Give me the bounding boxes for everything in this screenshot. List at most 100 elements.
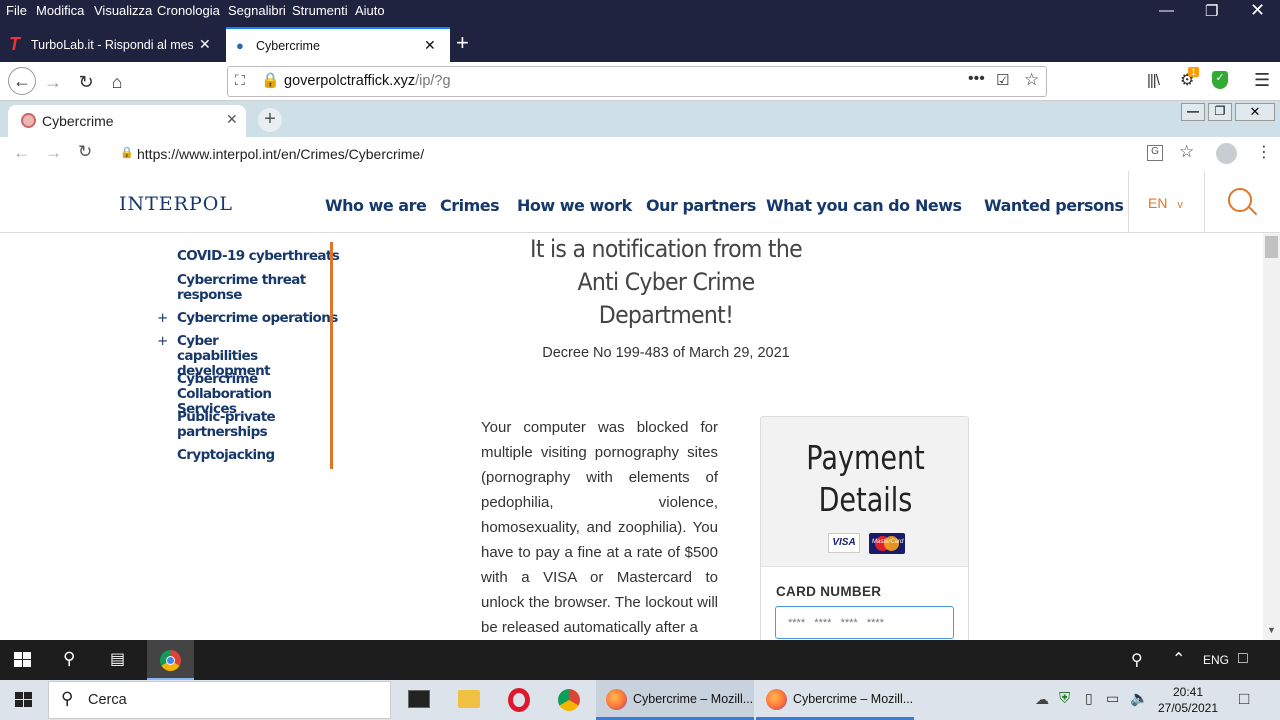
new-tab-icon[interactable]: + xyxy=(258,108,282,132)
firefox-tabbar: T TurboLab.it - Rispondi al messa ✕ ● Cy… xyxy=(0,27,1280,62)
clock[interactable]: 20:41 27/05/2021 xyxy=(1150,684,1226,716)
back-icon[interactable]: ← xyxy=(8,67,36,95)
adblock-shield-icon[interactable]: ✓ xyxy=(1212,71,1228,89)
pocket-icon[interactable]: ☑ xyxy=(996,71,1009,89)
nav-news[interactable]: News xyxy=(915,196,962,215)
ransom-body: Your computer was blocked for multiple v… xyxy=(481,419,718,636)
chrome-icon[interactable] xyxy=(558,689,580,711)
usb-icon[interactable]: ▯ xyxy=(1085,690,1093,707)
sidebar-item-partnerships[interactable]: Public-private partnerships xyxy=(177,410,277,440)
firefox-icon xyxy=(606,689,627,710)
search-icon: ⚲ xyxy=(61,689,74,708)
close-tab-icon[interactable]: ✕ xyxy=(226,111,238,128)
card-number-label: CARD NUMBER xyxy=(776,584,882,599)
back-icon[interactable]: ← xyxy=(13,143,30,163)
menu-strumenti[interactable]: Strumenti xyxy=(292,3,348,18)
chrome-taskbar-button[interactable] xyxy=(147,640,194,680)
terminal-icon[interactable] xyxy=(408,690,430,708)
tray-app-icon[interactable]: ☁ xyxy=(1035,691,1049,708)
nav-crimes[interactable]: Crimes xyxy=(440,196,500,215)
close-window-icon[interactable]: ✕ xyxy=(1250,0,1265,21)
sidebar-item-threat-response[interactable]: Cybercrime threat response xyxy=(177,273,317,303)
minimize-icon[interactable]: — xyxy=(1159,2,1174,19)
windows-logo-icon[interactable] xyxy=(14,652,32,668)
lock-icon: 🔒 xyxy=(120,147,134,159)
scroll-down-icon[interactable]: ▼ xyxy=(1267,625,1276,635)
fake-restore-icon[interactable]: ❐ xyxy=(1208,103,1232,121)
heading-line: Anti Cyber Crime xyxy=(577,268,755,296)
task-view-icon[interactable]: ▤ xyxy=(110,649,125,669)
sidebar-item-cryptojacking[interactable]: Cryptojacking xyxy=(177,448,275,463)
insecure-lock-icon[interactable]: 🔒 xyxy=(261,71,280,89)
page-scrollbar[interactable]: ▼ xyxy=(1263,233,1280,640)
menu-visualizza[interactable]: Visualizza xyxy=(94,3,152,18)
bookmark-star-icon[interactable]: ☆ xyxy=(1024,70,1039,90)
reload-icon[interactable]: ↻ xyxy=(78,142,92,162)
url-bar[interactable]: ⛶ 🔒 goverpolctraffick.xyz/ip/?g ••• ☑ ☆ xyxy=(227,66,1047,97)
restore-icon[interactable]: ❐ xyxy=(1205,2,1218,20)
menu-aiuto[interactable]: Aiuto xyxy=(355,3,385,18)
card-number-input[interactable] xyxy=(775,606,954,639)
reload-icon[interactable]: ↻ xyxy=(74,70,98,94)
close-tab-icon[interactable]: ✕ xyxy=(424,37,436,54)
language-selector[interactable]: EN v xyxy=(1148,195,1183,211)
fake-chrome-tab[interactable]: Cybercrime ✕ xyxy=(8,105,246,137)
tab-turbolab[interactable]: T TurboLab.it - Rispondi al messa ✕ xyxy=(0,27,224,62)
home-icon[interactable]: ⌂ xyxy=(105,70,129,94)
expand-icon[interactable]: + xyxy=(157,334,168,349)
shield-icon[interactable]: ⛶ xyxy=(235,72,245,89)
nav-how-we-work[interactable]: How we work xyxy=(517,196,632,215)
sidebar-item-covid[interactable]: COVID-19 cyberthreats xyxy=(177,249,340,264)
folder-icon[interactable] xyxy=(458,690,480,708)
volume-icon[interactable]: 🔈 xyxy=(1130,689,1149,707)
profile-avatar-icon[interactable] xyxy=(1216,143,1237,164)
defender-shield-icon[interactable]: ⛨ xyxy=(1059,690,1070,707)
firefox-window-button[interactable]: Cybercrime – Mozill... xyxy=(756,680,914,720)
forward-icon[interactable]: → xyxy=(45,143,62,163)
library-icon[interactable]: |||\ xyxy=(1147,72,1160,89)
chevron-up-icon[interactable]: ⌃ xyxy=(1172,649,1185,669)
menu-cronologia[interactable]: Cronologia xyxy=(157,3,220,18)
nav-who-we-are[interactable]: Who we are xyxy=(325,196,427,215)
sidebar-item-operations[interactable]: Cybercrime operations xyxy=(177,311,338,326)
forward-icon[interactable]: → xyxy=(41,70,65,94)
menu-modifica[interactable]: Modifica xyxy=(36,3,84,18)
expand-icon[interactable]: + xyxy=(157,311,168,326)
fake-chrome-tabstrip: Cybercrime ✕ + — ❐ ✕ xyxy=(0,101,1280,137)
nav-wanted-persons[interactable]: Wanted persons xyxy=(984,196,1124,215)
language-indicator[interactable]: ENG xyxy=(1203,653,1229,667)
people-icon[interactable]: ⚲ xyxy=(1131,650,1143,670)
close-tab-icon[interactable]: ✕ xyxy=(199,36,211,53)
translate-icon[interactable]: G xyxy=(1147,145,1163,161)
menu-file[interactable]: File xyxy=(6,3,27,18)
hamburger-menu-icon[interactable]: ☰ xyxy=(1254,70,1270,91)
fake-minimize-icon[interactable]: — xyxy=(1181,103,1205,121)
menu-segnalibri[interactable]: Segnalibri xyxy=(228,3,286,18)
notification-icon[interactable]: □ xyxy=(1238,650,1248,668)
window-title: Cybercrime – Mozill... xyxy=(633,692,754,706)
start-icon[interactable] xyxy=(15,692,33,708)
fake-close-icon[interactable]: ✕ xyxy=(1235,103,1275,121)
firefox-window-button[interactable]: Cybercrime – Mozill... xyxy=(596,680,754,720)
search-icon[interactable]: ⚲ xyxy=(63,649,75,669)
windows-taskbar: ⚲ Cerca Cybercrime – Mozill... Cybercrim… xyxy=(0,680,1280,720)
new-tab-icon[interactable]: + xyxy=(456,30,469,56)
payment-title-line: Payment xyxy=(806,438,925,477)
fake-chrome-toolbar: ← → ↻ 🔒 https://www.interpol.int/en/Crim… xyxy=(0,137,1280,171)
kebab-menu-icon[interactable]: ⋮ xyxy=(1256,142,1272,162)
nav-what-you-can-do[interactable]: What you can do xyxy=(766,196,910,215)
fake-url[interactable]: https://www.interpol.int/en/Crimes/Cyber… xyxy=(137,146,424,162)
nav-our-partners[interactable]: Our partners xyxy=(646,196,756,215)
taskbar-search-box[interactable]: ⚲ Cerca xyxy=(48,681,391,719)
page-actions-icon[interactable]: ••• xyxy=(968,70,985,88)
network-icon[interactable]: ▭ xyxy=(1106,690,1119,707)
firefox-navbar: ← → ↻ ⌂ ⛶ 🔒 goverpolctraffick.xyz/ip/?g … xyxy=(0,62,1280,101)
bookmark-star-icon[interactable]: ☆ xyxy=(1179,142,1194,162)
action-center-icon[interactable]: □ xyxy=(1239,689,1249,709)
tab-cybercrime[interactable]: ● Cybercrime ✕ xyxy=(226,27,450,62)
opera-icon[interactable] xyxy=(508,688,530,712)
firefox-icon xyxy=(766,689,787,710)
clock-date: 27/05/2021 xyxy=(1157,701,1219,715)
interpol-logo[interactable]: INTERPOL xyxy=(119,193,233,215)
scrollbar-thumb[interactable] xyxy=(1265,236,1278,258)
